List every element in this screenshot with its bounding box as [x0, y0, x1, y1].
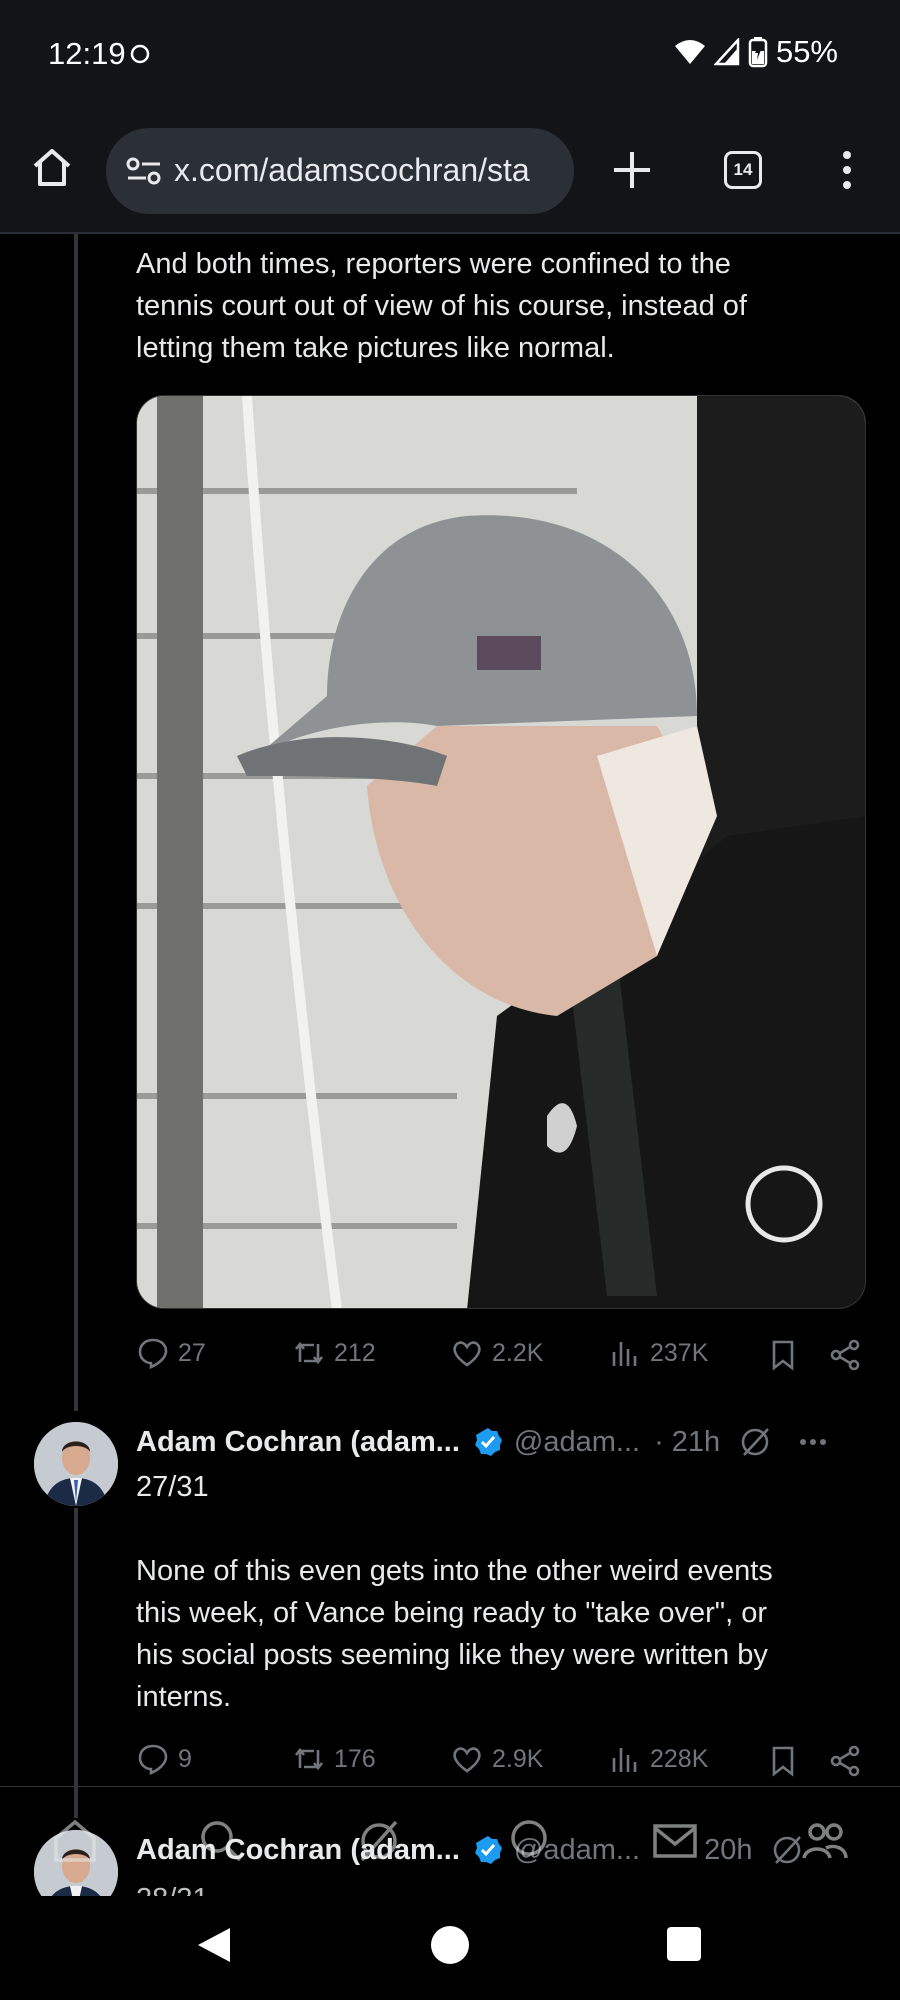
- battery-percent: 55%: [775, 34, 838, 69]
- views-icon: [612, 1748, 637, 1772]
- messages-tab-icon[interactable]: [650, 1816, 700, 1866]
- reply-button[interactable]: 27: [136, 1336, 206, 1370]
- author-handle[interactable]: @adam...: [514, 1426, 640, 1459]
- home-nav-button[interactable]: [431, 1926, 469, 1964]
- tweet-time[interactable]: · 21h: [654, 1426, 720, 1459]
- status-time: 12:19: [48, 36, 126, 71]
- url-text[interactable]: x.com/adamscochran/sta: [174, 152, 564, 189]
- repost-icon: [294, 1341, 324, 1365]
- site-settings-icon[interactable]: [126, 155, 162, 187]
- repost-button[interactable]: 176: [292, 1742, 376, 1776]
- photo-image: [137, 396, 865, 1308]
- grok-icon[interactable]: [738, 1425, 772, 1459]
- system-nav-bar: [0, 1896, 900, 2000]
- tweet-actions: 9 176 2.9K 228K: [136, 1742, 866, 1782]
- views-button[interactable]: 228K: [608, 1742, 708, 1776]
- status-bar: 12:19 55%: [0, 0, 900, 110]
- battery-charging-icon: [748, 37, 768, 68]
- reply-button[interactable]: 9: [136, 1742, 192, 1776]
- tweet-actions: 27 212 2.2K 237K: [136, 1336, 866, 1376]
- back-icon[interactable]: [196, 1926, 232, 1964]
- search-tab-icon[interactable]: [196, 1816, 246, 1866]
- tweet-text: None of this even gets into the other we…: [136, 1555, 773, 1713]
- more-icon[interactable]: [798, 1427, 828, 1457]
- communities-tab-icon[interactable]: [504, 1816, 554, 1866]
- tweet-photo[interactable]: [136, 395, 866, 1309]
- tweet-header: Adam Cochran (adam... @adam... · 21h: [136, 1422, 876, 1462]
- address-bar[interactable]: x.com/adamscochran/sta: [106, 128, 574, 214]
- wifi-icon: [674, 40, 705, 64]
- thread-line: [74, 1508, 78, 1818]
- avatar-image: [34, 1422, 118, 1506]
- bookmark-icon[interactable]: [766, 1338, 800, 1372]
- tab-switcher-button[interactable]: 14: [724, 151, 762, 189]
- repost-button[interactable]: 212: [292, 1336, 376, 1370]
- share-icon[interactable]: [828, 1744, 862, 1778]
- like-button[interactable]: 2.9K: [450, 1742, 543, 1776]
- more-options-icon[interactable]: [832, 148, 862, 192]
- home-tab-icon[interactable]: [50, 1816, 100, 1866]
- tweet-text: And both times, reporters were confined …: [136, 248, 747, 364]
- share-icon[interactable]: [828, 1338, 862, 1372]
- author-name[interactable]: Adam Cochran (adam...: [136, 1426, 460, 1459]
- views-button[interactable]: 237K: [608, 1336, 708, 1370]
- cell-signal-icon: [713, 38, 740, 66]
- data-saver-icon: [130, 44, 150, 64]
- new-tab-icon[interactable]: [610, 148, 654, 192]
- browser-toolbar: x.com/adamscochran/sta 14: [0, 110, 900, 234]
- heart-icon: [453, 1341, 481, 1367]
- grok-tab-icon[interactable]: [354, 1816, 404, 1866]
- thread-line: [74, 234, 78, 1411]
- recents-button[interactable]: [667, 1927, 701, 1961]
- verified-badge-icon: [474, 1428, 502, 1456]
- status-indicators: 55%: [674, 34, 838, 70]
- people-tab-icon[interactable]: [800, 1816, 850, 1866]
- bottom-tab-bar: [0, 1786, 900, 1896]
- repost-icon: [294, 1747, 324, 1771]
- views-icon: [612, 1342, 637, 1366]
- like-button[interactable]: 2.2K: [450, 1336, 543, 1370]
- heart-icon: [453, 1747, 481, 1773]
- avatar[interactable]: [34, 1422, 118, 1506]
- reply-icon: [138, 1338, 168, 1369]
- home-icon[interactable]: [30, 146, 74, 190]
- bookmark-icon[interactable]: [766, 1744, 800, 1778]
- tweet-counter: 27/31: [136, 1471, 209, 1503]
- reply-icon: [138, 1744, 168, 1775]
